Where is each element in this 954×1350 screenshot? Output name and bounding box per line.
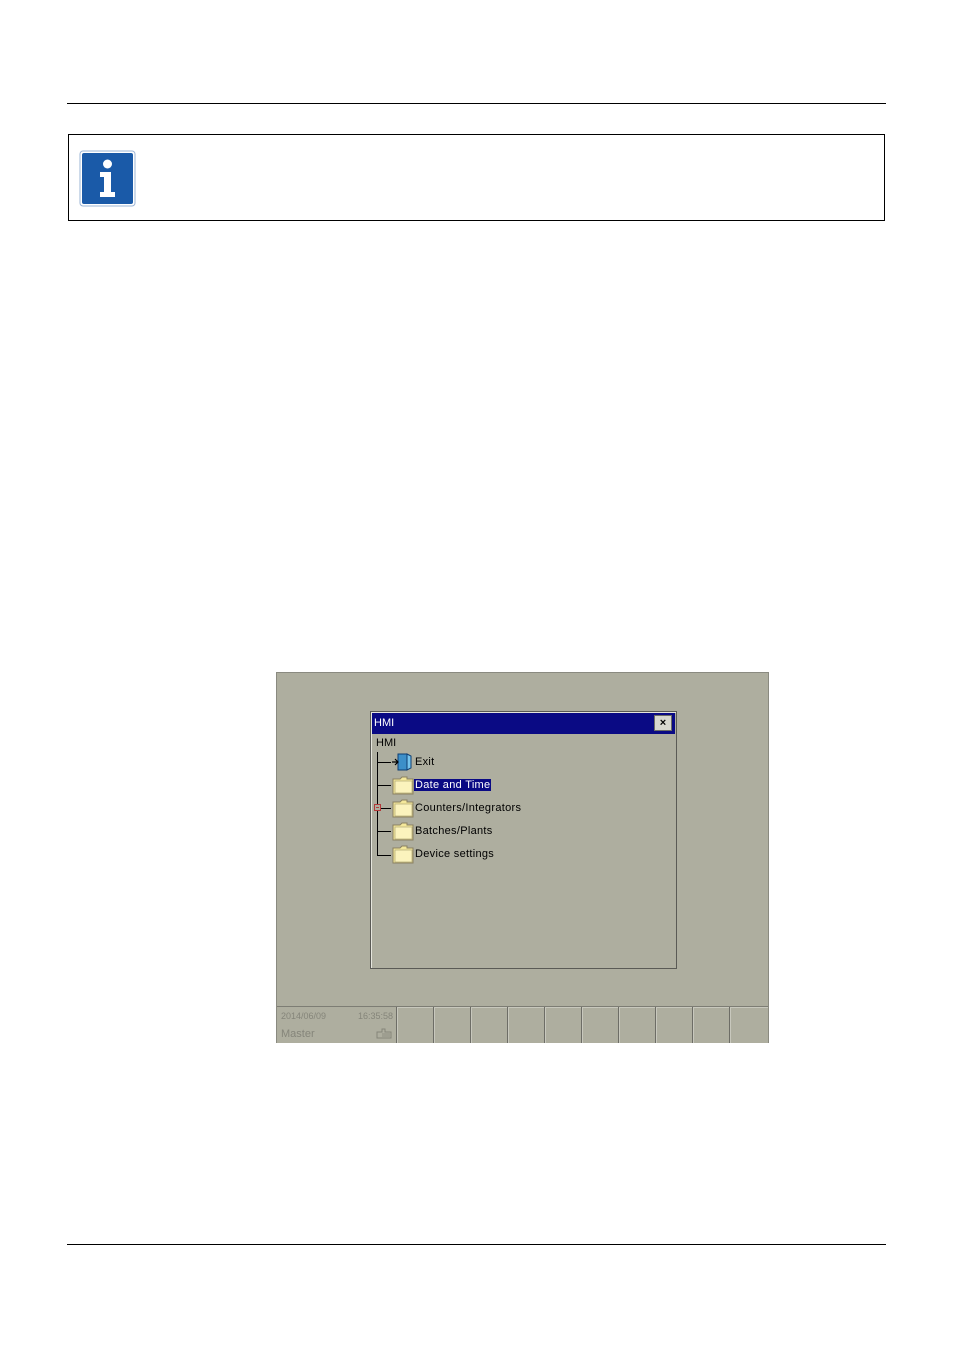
- tree-connector: [377, 831, 391, 832]
- hmi-screen: HMI × HMI Exit Date and Time Counters/In…: [276, 672, 769, 1043]
- status-user: Master: [281, 1028, 315, 1040]
- status-time: 16:35:58: [357, 1011, 393, 1021]
- softkey-4[interactable]: [508, 1007, 545, 1043]
- hmi-dialog: HMI × HMI Exit Date and Time Counters/In…: [370, 711, 677, 969]
- dialog-title: HMI: [374, 717, 395, 729]
- tree-item-label: Exit: [415, 756, 435, 768]
- info-icon: [79, 150, 136, 207]
- softkey-1[interactable]: [397, 1007, 434, 1043]
- tree-root-label: HMI: [376, 737, 397, 749]
- close-icon: ×: [659, 717, 667, 729]
- status-bar: 2014/06/09 16:35:58 Master: [277, 1006, 768, 1043]
- folder-icon: [392, 845, 414, 864]
- tree-connector: [377, 855, 391, 856]
- expand-icon[interactable]: [374, 804, 381, 811]
- softkey-9[interactable]: [693, 1007, 730, 1043]
- folder-icon: [392, 776, 414, 795]
- tree-item-label: Counters/Integrators: [415, 802, 522, 814]
- tree-connector: [377, 785, 391, 786]
- exit-icon: [392, 753, 412, 771]
- close-button[interactable]: ×: [654, 715, 672, 731]
- softkey-7[interactable]: [619, 1007, 656, 1043]
- footer-rule: [67, 1244, 886, 1245]
- folder-icon: [392, 799, 414, 818]
- login-hand-icon: [376, 1028, 392, 1039]
- info-note-box: [68, 134, 885, 221]
- header-rule: [67, 103, 886, 104]
- tree-connector: [377, 762, 391, 763]
- softkey-10[interactable]: [730, 1007, 768, 1043]
- softkey-5[interactable]: [545, 1007, 582, 1043]
- tree-item-label: Batches/Plants: [415, 825, 493, 837]
- folder-icon: [392, 822, 414, 841]
- softkey-2[interactable]: [434, 1007, 471, 1043]
- softkey-3[interactable]: [471, 1007, 508, 1043]
- tree-item-label: Date and Time: [414, 779, 492, 791]
- status-date: 2014/06/09: [281, 1011, 327, 1021]
- tree-item-label: Device settings: [415, 848, 495, 860]
- dialog-title-bar: HMI ×: [372, 713, 675, 734]
- status-info-panel: 2014/06/09 16:35:58 Master: [277, 1007, 397, 1043]
- softkey-6[interactable]: [582, 1007, 619, 1043]
- softkey-8[interactable]: [656, 1007, 693, 1043]
